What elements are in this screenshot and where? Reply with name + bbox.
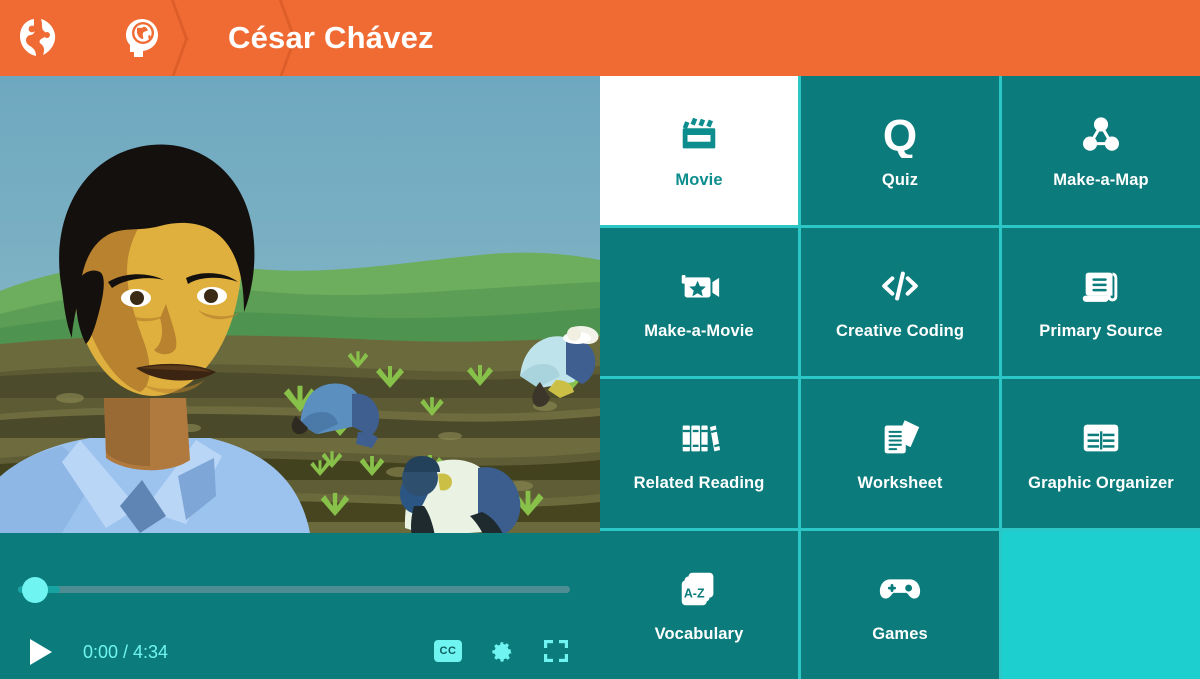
- tile-vocabulary[interactable]: A-Z Vocabulary: [600, 530, 798, 679]
- play-button[interactable]: [30, 639, 52, 665]
- tile-graphic-organizer[interactable]: Graphic Organizer: [1002, 379, 1200, 528]
- tile-label: Graphic Organizer: [1028, 473, 1174, 492]
- video-player[interactable]: 0:00 / 4:34 CC: [0, 76, 600, 679]
- tile-movie[interactable]: Movie: [600, 76, 798, 225]
- tile-label: Related Reading: [633, 473, 765, 492]
- tile-label: Creative Coding: [835, 322, 965, 341]
- tile-games[interactable]: Games: [801, 530, 999, 679]
- tile-empty-slot: [1002, 530, 1200, 679]
- tile-worksheet[interactable]: Worksheet: [801, 379, 999, 528]
- world-globe-icon[interactable]: [14, 14, 62, 62]
- video-controls: 0:00 / 4:34 CC: [0, 533, 600, 679]
- clapperboard-icon: [675, 111, 723, 159]
- time-display: 0:00 / 4:34: [83, 642, 169, 662]
- video-camera-star-icon: [675, 262, 723, 310]
- svg-text:A-Z: A-Z: [684, 587, 705, 601]
- progress-knob[interactable]: [22, 577, 48, 603]
- tile-label: Quiz: [881, 170, 919, 189]
- tile-make-a-movie[interactable]: Make-a-Movie: [600, 227, 798, 376]
- tile-label: Primary Source: [1039, 322, 1163, 341]
- quiz-q-icon: Q: [876, 111, 924, 159]
- papers-icon: [876, 414, 924, 462]
- scroll-document-icon: [1077, 262, 1125, 310]
- progress-track[interactable]: [18, 586, 570, 593]
- social-studies-head-globe-icon[interactable]: [118, 14, 166, 62]
- tile-label: Vocabulary: [654, 625, 744, 644]
- svg-text:Q: Q: [883, 112, 917, 158]
- tile-creative-coding[interactable]: Creative Coding: [801, 227, 999, 376]
- closed-captions-button[interactable]: CC: [434, 640, 462, 662]
- gear-icon[interactable]: [489, 638, 515, 664]
- gamepad-icon: [876, 565, 924, 613]
- tile-make-a-map[interactable]: Make-a-Map: [1002, 76, 1200, 225]
- tile-label: Movie: [675, 170, 723, 189]
- concept-map-icon: [1077, 111, 1125, 159]
- table-grid-icon: [1077, 414, 1125, 462]
- fullscreen-icon[interactable]: [543, 639, 569, 663]
- feature-tile-grid: Movie Q Quiz Make-a-Map Make-a-Movie Cre…: [600, 76, 1200, 679]
- page-title: César Chávez: [228, 20, 434, 55]
- brainpop-topic-page: César Chávez 0:00 / 4:34 CC Movie Q Quiz…: [0, 0, 1200, 679]
- tile-label: Worksheet: [857, 473, 943, 492]
- az-cards-icon: A-Z: [675, 565, 723, 613]
- control-bar: 0:00 / 4:34 CC: [0, 629, 600, 679]
- tile-label: Games: [872, 625, 928, 644]
- tile-label: Make-a-Map: [1053, 170, 1149, 189]
- tile-primary-source[interactable]: Primary Source: [1002, 227, 1200, 376]
- tile-related-reading[interactable]: Related Reading: [600, 379, 798, 528]
- progress-scrubber[interactable]: [18, 577, 570, 603]
- tile-label: Make-a-Movie: [644, 322, 754, 341]
- app-header: César Chávez: [0, 0, 1200, 76]
- tile-quiz[interactable]: Q Quiz: [801, 76, 999, 225]
- video-illustration[interactable]: [0, 76, 600, 533]
- code-brackets-icon: [876, 262, 924, 310]
- books-icon: [675, 414, 723, 462]
